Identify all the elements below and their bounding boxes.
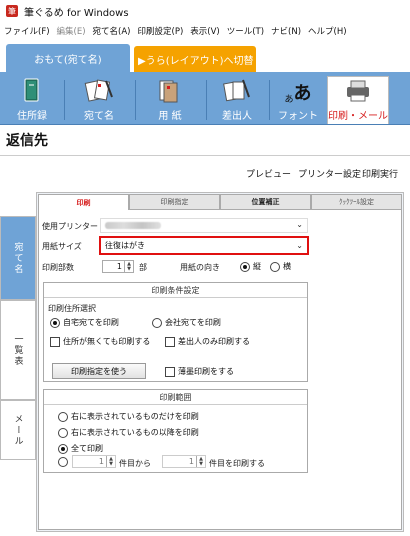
address-cards-icon [84, 79, 113, 102]
paper-size-label: 用紙サイズ [42, 242, 82, 251]
toolbar-address-book-button[interactable]: 住所録 [4, 76, 60, 124]
copies-value: 1 [116, 262, 122, 271]
range-to-value: 1 [188, 457, 194, 466]
menu-navi[interactable]: ナビ(N) [271, 25, 301, 37]
menu-bar: ファイル(F) 編集(E) 宛て名(A) 印刷設定(P) 表示(V) ツール(T… [0, 22, 410, 40]
paper-size-value: 往復はがき [105, 241, 145, 250]
printer-label: 使用プリンター [42, 222, 98, 231]
tab-front-address[interactable]: おもて(宛て名) [6, 44, 130, 72]
menu-view[interactable]: 表示(V) [190, 25, 219, 37]
copies-stepper[interactable]: 1 ▲ ▼ [102, 260, 134, 273]
range-from-suffix: 件目から [119, 459, 151, 468]
radio-icon [58, 457, 68, 467]
toolbar-label: 用 紙 [158, 111, 182, 122]
inner-tab-bar: 印刷 印刷指定 位置補正 ｸｯｸﾂｰﾙ設定 [38, 194, 402, 210]
side-tab-list[interactable]: 一覧表 [0, 300, 36, 400]
group-title: 印刷範囲 [44, 390, 307, 405]
menu-tools[interactable]: ツール(T) [227, 25, 264, 37]
toolbar-print-mail-button[interactable]: 印刷・メール [327, 76, 389, 124]
radio-icon [58, 427, 68, 438]
menu-address[interactable]: 宛て名(A) [93, 25, 131, 37]
range-from-stepper[interactable]: 1 ▲ ▼ [72, 455, 116, 468]
company-address-radio[interactable]: 会社宛てを印刷 [152, 317, 221, 328]
preview-button[interactable]: プレビュー [246, 167, 291, 180]
printer-select[interactable]: ⌄ [100, 218, 308, 233]
chevron-down-icon: ⌄ [296, 241, 303, 250]
toolbar-label: 印刷・メール [328, 111, 388, 122]
toolbar-paper-button[interactable]: 用 紙 [137, 76, 203, 124]
chevron-down-icon: ⌄ [296, 220, 303, 229]
group-title: 印刷条件設定 [44, 283, 307, 298]
print-all-radio[interactable]: 全て印刷 [58, 443, 103, 454]
toolbar-label: 宛て名 [84, 111, 114, 122]
toolbar-sender-button[interactable]: 差出人 [208, 76, 266, 124]
radio-icon [58, 411, 68, 422]
checkbox-icon [165, 366, 175, 377]
tab-position-correction[interactable]: 位置補正 [220, 194, 311, 210]
copies-label: 印刷部数 [42, 263, 74, 272]
orientation-portrait-radio[interactable]: 縦 [240, 261, 261, 272]
address-select-label: 印刷住所選択 [48, 304, 96, 313]
range-from-value: 1 [98, 457, 104, 466]
menu-file[interactable]: ファイル(F) [4, 25, 50, 37]
use-print-spec-button[interactable]: 印刷指定を使う [52, 363, 146, 379]
menu-edit[interactable]: 編集(E) [57, 25, 86, 37]
radio-icon [152, 317, 162, 328]
address-book-icon [24, 78, 39, 102]
side-tab-address[interactable]: 宛て名 [0, 216, 36, 300]
home-address-radio[interactable]: 自宅宛てを印刷 [50, 317, 119, 328]
radio-icon [270, 261, 280, 272]
orientation-label: 用紙の向き [180, 263, 220, 272]
tab-back-layout[interactable]: ▶うら(レイアウト)へ切替 [134, 46, 256, 72]
printer-name-redacted [105, 222, 161, 229]
checkbox-icon [165, 336, 175, 347]
sender-only-checkbox[interactable]: 差出人のみ印刷する [165, 336, 250, 347]
paper-icon [159, 80, 178, 103]
sender-icon [223, 79, 250, 102]
toolbar-label: フォント [278, 111, 318, 122]
toolbar-label: 住所録 [17, 111, 47, 122]
radio-icon [50, 317, 60, 328]
light-ink-checkbox[interactable]: 薄墨印刷をする [165, 366, 234, 377]
title-bar: 筆 筆ぐるめ for Windows [0, 0, 410, 22]
print-execute-button[interactable]: 印刷実行 [362, 167, 398, 180]
page-title: 返信先 [6, 133, 48, 149]
orientation-landscape-radio[interactable]: 横 [270, 261, 291, 272]
copies-unit: 部 [139, 263, 147, 272]
side-tab-mail[interactable]: メール [0, 400, 36, 460]
spin-arrows-icon[interactable]: ▲ ▼ [196, 456, 205, 467]
window-title: 筆ぐるめ for Windows [24, 7, 129, 19]
range-to-suffix: 件目を印刷する [209, 459, 265, 468]
paper-size-select[interactable]: 往復はがき ⌄ [99, 236, 309, 255]
divider [0, 155, 410, 156]
app-logo-icon: 筆 [6, 5, 18, 17]
spin-arrows-icon[interactable]: ▲ ▼ [124, 261, 133, 272]
radio-icon [58, 443, 68, 454]
font-icon: ああ [284, 83, 312, 105]
spin-arrows-icon[interactable]: ▲ ▼ [106, 456, 115, 467]
printer-icon [347, 80, 369, 102]
tab-print[interactable]: 印刷 [38, 194, 129, 210]
toolbar-address-button[interactable]: 宛て名 [66, 76, 132, 124]
print-shown-only-radio[interactable]: 右に表示されているものだけを印刷 [58, 411, 199, 422]
checkbox-icon [50, 336, 60, 347]
radio-icon [240, 261, 250, 272]
tab-print-spec[interactable]: 印刷指定 [129, 194, 220, 210]
menu-help[interactable]: ヘルプ(H) [308, 25, 347, 37]
toolbar-font-button[interactable]: ああ フォント [271, 76, 325, 124]
print-without-address-checkbox[interactable]: 住所が無くても印刷する [50, 336, 150, 347]
print-shown-onward-radio[interactable]: 右に表示されているもの以降を印刷 [58, 427, 199, 438]
printer-settings-button[interactable]: プリンター設定 [298, 167, 361, 180]
print-range-radio[interactable] [58, 457, 68, 467]
range-to-stepper[interactable]: 1 ▲ ▼ [162, 455, 206, 468]
tab-cook-tool-settings[interactable]: ｸｯｸﾂｰﾙ設定 [311, 194, 402, 210]
menu-print-settings[interactable]: 印刷設定(P) [138, 25, 184, 37]
toolbar-label: 差出人 [222, 111, 252, 122]
